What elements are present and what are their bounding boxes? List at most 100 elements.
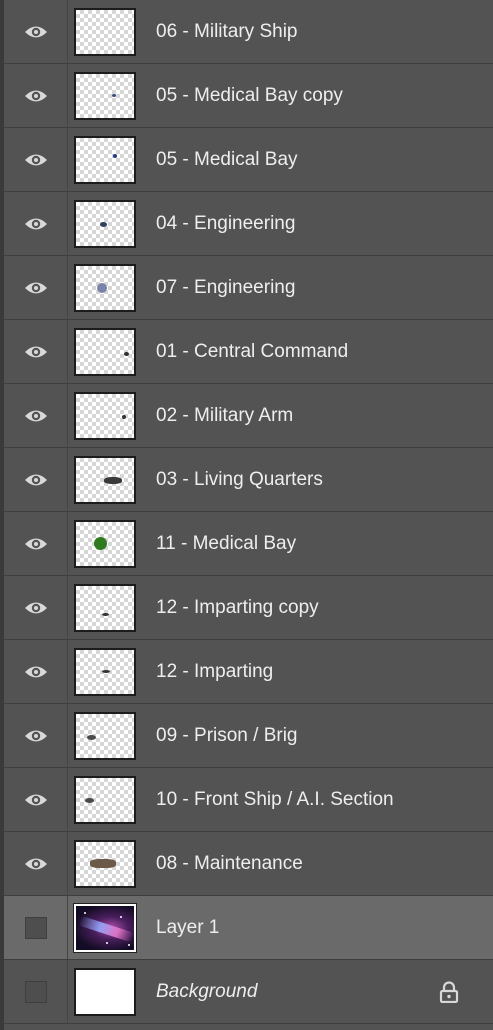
visibility-toggle[interactable] [4,320,68,383]
visibility-toggle[interactable] [4,576,68,639]
layer-name[interactable]: 11 - Medical Bay [156,533,296,555]
layer-row-04-engineering[interactable]: 04 - Engineering [4,192,493,256]
visibility-toggle[interactable] [4,0,68,63]
layer-thumbnail[interactable] [74,327,136,376]
layer-thumbnail[interactable] [74,519,136,568]
layer-thumbnail[interactable] [74,711,136,760]
eye-icon[interactable] [24,856,48,872]
sprite-mark [102,669,110,673]
sprite-mark [90,858,116,868]
eye-icon[interactable] [24,280,48,296]
layer-name[interactable]: 02 - Military Arm [156,405,293,427]
visibility-toggle[interactable] [4,512,68,575]
layer-thumbnail[interactable] [74,391,136,440]
visibility-toggle[interactable] [4,64,68,127]
layer-row-01-central-command[interactable]: 01 - Central Command [4,320,493,384]
layer-thumbnail[interactable] [74,135,136,184]
layer-name[interactable]: 07 - Engineering [156,277,295,299]
visibility-toggle[interactable] [4,896,68,959]
eye-icon[interactable] [24,536,48,552]
layer-row-06-military-ship[interactable]: 06 - Military Ship [4,0,493,64]
layer-thumbnail[interactable] [74,647,136,696]
layer-row-05-medical-bay[interactable]: 05 - Medical Bay [4,128,493,192]
layers-panel: 06 - Military Ship 05 - Medical Bay copy… [0,0,493,1030]
layer-thumbnail[interactable] [74,263,136,312]
visibility-toggle[interactable] [4,448,68,511]
eye-icon[interactable] [24,664,48,680]
visibility-toggle[interactable] [4,832,68,895]
visibility-toggle[interactable] [4,128,68,191]
sprite-mark [124,351,129,356]
layer-name[interactable]: 09 - Prison / Brig [156,725,298,747]
nebula-streak [77,915,134,942]
layer-thumbnail[interactable] [74,199,136,248]
eye-icon[interactable] [24,344,48,360]
star-mark [128,943,130,946]
visibility-toggle[interactable] [4,704,68,767]
layer-thumbnail[interactable] [74,7,136,56]
visibility-toggle[interactable] [4,768,68,831]
star-mark [120,915,122,918]
layer-name[interactable]: Layer 1 [156,917,219,939]
layer-name[interactable]: 08 - Maintenance [156,853,303,875]
visibility-toggle[interactable] [4,960,68,1023]
eye-icon[interactable] [24,792,48,808]
eye-icon[interactable] [24,88,48,104]
visibility-toggle[interactable] [4,256,68,319]
layer-row-03-living-quarters[interactable]: 03 - Living Quarters [4,448,493,512]
sprite-mark [122,414,126,419]
eye-icon[interactable] [24,152,48,168]
layer-row-12-imparting-copy[interactable]: 12 - Imparting copy [4,576,493,640]
sprite-mark [87,734,96,740]
layer-row-09-prison-brig[interactable]: 09 - Prison / Brig [4,704,493,768]
layer-name[interactable]: 01 - Central Command [156,341,348,363]
sprite-mark [112,93,116,97]
layer-name[interactable]: 12 - Imparting copy [156,597,319,619]
sprite-mark [102,612,109,616]
layer-name[interactable]: 12 - Imparting [156,661,273,683]
layer-name[interactable]: Background [156,981,257,1003]
star-mark [84,911,86,914]
eye-icon[interactable] [24,408,48,424]
sprite-mark [94,536,107,550]
visibility-off-box[interactable] [24,916,47,939]
eye-icon[interactable] [24,472,48,488]
eye-icon[interactable] [24,24,48,40]
layer-name[interactable]: 10 - Front Ship / A.I. Section [156,789,394,811]
visibility-toggle[interactable] [4,192,68,255]
layer-thumbnail[interactable] [74,455,136,504]
layer-name[interactable]: 06 - Military Ship [156,21,298,43]
layer-row-08-maintenance[interactable]: 08 - Maintenance [4,832,493,896]
sprite-mark [113,153,117,158]
layer-name[interactable]: 05 - Medical Bay [156,149,298,171]
layer-thumbnail[interactable] [74,775,136,824]
eye-icon[interactable] [24,216,48,232]
visibility-off-box[interactable] [24,980,47,1003]
eye-icon[interactable] [24,728,48,744]
layer-thumbnail[interactable] [74,967,136,1016]
sprite-mark [97,282,107,293]
layer-thumbnail[interactable] [74,839,136,888]
layer-row-background[interactable]: Background [4,960,493,1024]
visibility-toggle[interactable] [4,384,68,447]
layer-row-02-military-arm[interactable]: 02 - Military Arm [4,384,493,448]
layer-name[interactable]: 05 - Medical Bay copy [156,85,343,107]
layer-row-layer-1[interactable]: Layer 1 [4,896,493,960]
sprite-mark [104,476,122,484]
eye-icon[interactable] [24,600,48,616]
layer-thumbnail[interactable] [74,71,136,120]
layer-name[interactable]: 04 - Engineering [156,213,295,235]
layer-row-12-imparting[interactable]: 12 - Imparting [4,640,493,704]
layer-row-05-medical-bay-copy[interactable]: 05 - Medical Bay copy [4,64,493,128]
sprite-mark [100,221,107,227]
star-mark [106,941,108,944]
layer-row-10-front-ship[interactable]: 10 - Front Ship / A.I. Section [4,768,493,832]
sprite-mark [85,797,94,803]
visibility-toggle[interactable] [4,640,68,703]
layer-row-07-engineering[interactable]: 07 - Engineering [4,256,493,320]
layer-thumbnail[interactable] [74,583,136,632]
layer-thumbnail[interactable] [73,902,137,953]
layer-row-11-medical-bay[interactable]: 11 - Medical Bay [4,512,493,576]
layer-name[interactable]: 03 - Living Quarters [156,469,323,491]
lock-icon[interactable] [439,981,459,1008]
